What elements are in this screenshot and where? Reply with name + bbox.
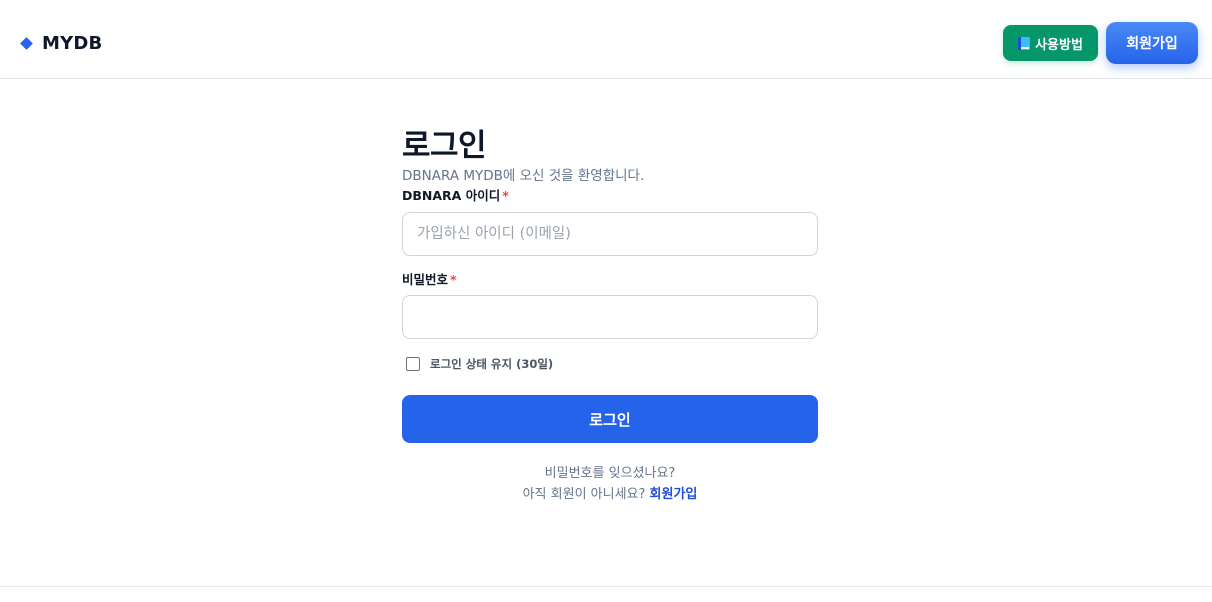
id-input[interactable] (402, 212, 818, 256)
footer-divider (0, 586, 1212, 587)
login-button[interactable]: 로그인 (402, 395, 818, 443)
user-guide-button[interactable]: 사용방법 (1003, 25, 1098, 61)
header-signup-label: 회원가입 (1126, 36, 1178, 52)
password-input[interactable] (402, 295, 818, 339)
signup-prompt: 아직 회원이 아니세요? 회원가입 (402, 486, 818, 504)
brand-logo[interactable]: MYDB (20, 31, 102, 55)
id-label-text: DBNARA 아이디 (402, 188, 501, 203)
signup-prompt-text: 아직 회원이 아니세요? (522, 487, 646, 502)
header-signup-button[interactable]: 회원가입 (1106, 22, 1198, 64)
remember-label: 로그인 상태 유지 (30일) (430, 357, 554, 371)
signup-link[interactable]: 회원가입 (650, 487, 698, 502)
id-label: DBNARA 아이디 * (402, 188, 509, 204)
password-label: 비밀번호 * (402, 272, 457, 288)
user-guide-label: 사용방법 (1035, 37, 1083, 53)
book-icon (1018, 36, 1031, 50)
diamond-icon (20, 36, 33, 50)
remember-me[interactable]: 로그인 상태 유지 (30일) (406, 356, 553, 372)
required-mark: * (502, 188, 509, 203)
page-title: 로그인 (402, 128, 487, 164)
forgot-password-link[interactable]: 비밀번호를 잊으셨나요? (402, 465, 818, 483)
remember-checkbox[interactable] (406, 357, 420, 371)
top-header: MYDB 사용방법 회원가입 (0, 0, 1212, 79)
welcome-subtitle: DBNARA MYDB에 오신 것을 환영합니다. (402, 168, 645, 184)
login-button-label: 로그인 (589, 410, 631, 429)
required-mark: * (450, 272, 457, 287)
brand-name: MYDB (42, 32, 103, 54)
password-label-text: 비밀번호 (402, 272, 449, 287)
